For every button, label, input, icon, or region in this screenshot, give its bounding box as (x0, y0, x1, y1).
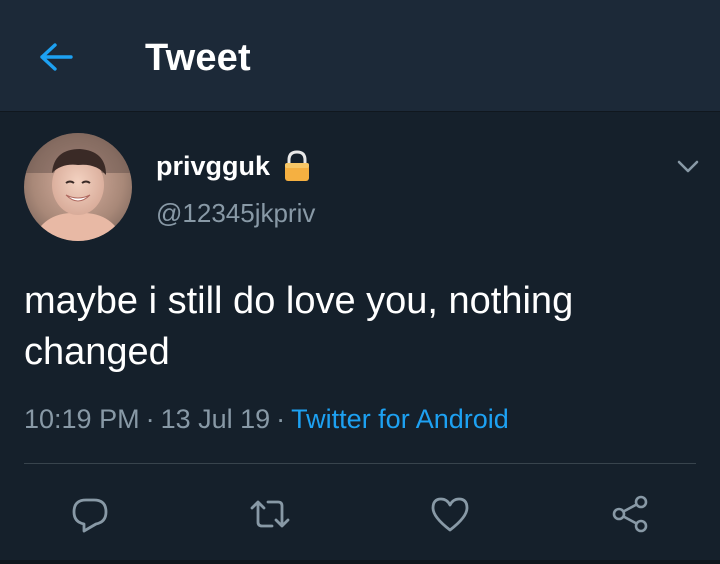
reply-button[interactable] (62, 486, 118, 542)
tweet-time: 10:19 PM (24, 404, 140, 434)
tweet-date: 13 Jul 19 (160, 404, 271, 434)
lock-icon (282, 148, 312, 184)
retweet-icon (250, 500, 290, 528)
tweet-menu-button[interactable] (670, 150, 706, 182)
tweet-text: maybe i still do love you, nothing chang… (24, 280, 574, 373)
bottom-border (0, 560, 720, 564)
tweet-source-link[interactable]: Twitter for Android (291, 404, 509, 434)
avatar[interactable] (24, 133, 132, 241)
arrow-left-icon (40, 43, 73, 71)
top-bar: Tweet (0, 0, 720, 112)
reply-icon (72, 498, 108, 533)
user-handle[interactable]: @12345jkpriv (156, 196, 315, 230)
meta-separator: · (145, 404, 155, 434)
divider (24, 463, 696, 464)
like-button[interactable] (422, 486, 478, 542)
retweet-button[interactable] (242, 486, 298, 542)
back-button[interactable] (30, 34, 82, 80)
share-button[interactable] (602, 486, 658, 542)
tweet-meta: 10:19 PM · 13 Jul 19 · Twitter for Android (24, 401, 509, 437)
action-bar (0, 486, 720, 542)
heart-icon (431, 497, 469, 532)
display-name: privgguk (156, 151, 271, 181)
share-icon (612, 495, 648, 533)
chevron-down-icon (677, 160, 699, 173)
meta-separator: · (276, 404, 286, 434)
page-title: Tweet (145, 37, 251, 79)
avatar-image (24, 133, 132, 241)
author-name-row[interactable]: privgguk (156, 148, 312, 184)
